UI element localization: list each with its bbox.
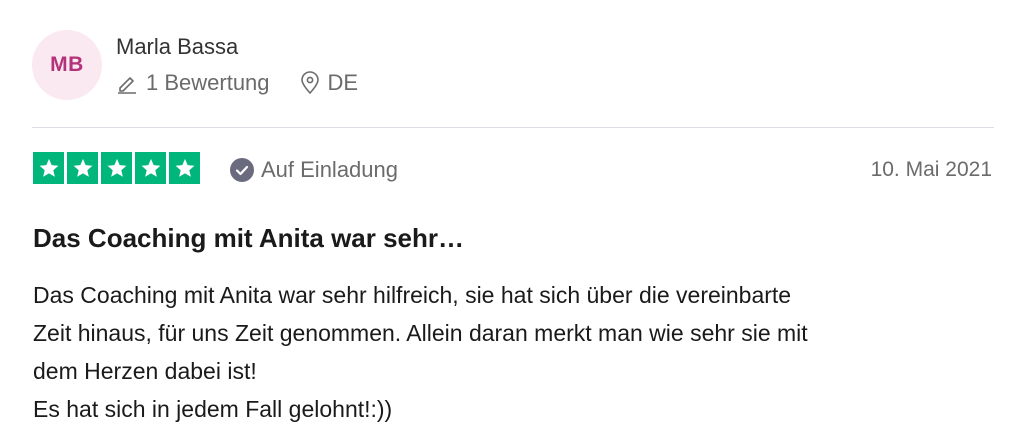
star-icon	[33, 152, 64, 184]
reviewer-name[interactable]: Marla Bassa	[116, 34, 238, 60]
reviews-count: 1 Bewertung	[146, 70, 270, 95]
star-icon	[135, 152, 166, 184]
review-body-line: Es hat sich in jedem Fall gelohnt!:))	[33, 396, 393, 422]
review-body-line: dem Herzen dabei ist!	[33, 358, 257, 384]
pencil-icon	[116, 72, 138, 94]
review-body: Das Coaching mit Anita war sehr hilfreic…	[33, 276, 993, 428]
avatar[interactable]: MB	[32, 30, 102, 100]
badge-label: Auf Einladung	[261, 157, 398, 182]
star-icon	[169, 152, 200, 184]
location-pin-icon	[300, 71, 320, 95]
reviewer-country: DE	[327, 70, 359, 95]
divider	[32, 127, 994, 128]
review-body-line: Das Coaching mit Anita war sehr hilfreic…	[33, 282, 792, 308]
star-rating	[33, 152, 200, 184]
invited-badge[interactable]: Auf Einladung	[230, 157, 398, 183]
review-date: 10. Mai 2021	[870, 158, 992, 181]
avatar-initials: MB	[50, 53, 84, 76]
review-card: MB Marla Bassa 1 Bewertung DE Auf Einlad…	[0, 0, 1024, 445]
reviewer-meta: 1 Bewertung DE	[116, 70, 358, 96]
review-body-line: Zeit hinaus, für uns Zeit genommen. Alle…	[33, 320, 808, 346]
star-icon	[101, 152, 132, 184]
review-title[interactable]: Das Coaching mit Anita war sehr…	[33, 223, 464, 254]
check-circle-icon	[230, 158, 254, 182]
star-icon	[67, 152, 98, 184]
